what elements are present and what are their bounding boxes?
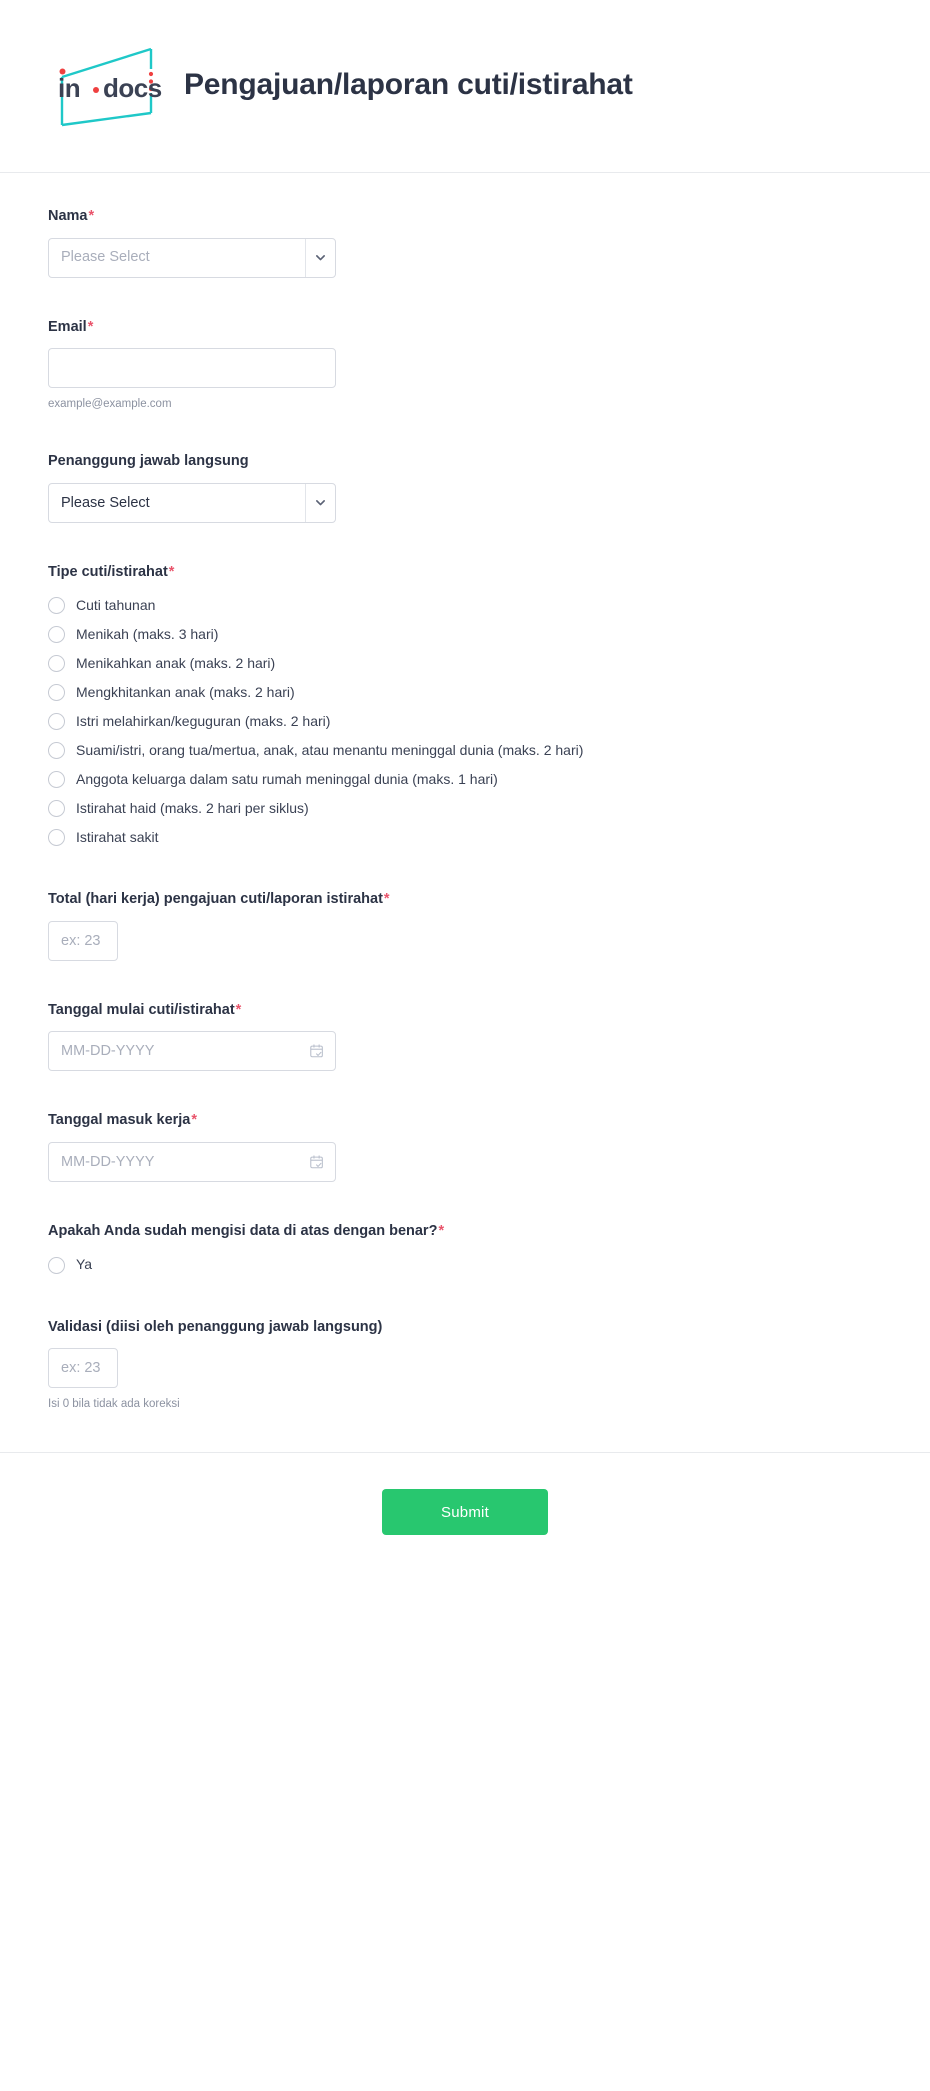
field-nama: Nama* Please Select [48, 207, 882, 278]
penanggung-jawab-select-value: Please Select [61, 494, 150, 511]
email-hint: example@example.com [48, 398, 172, 411]
svg-text:in: in [58, 73, 80, 103]
validasi-hint: Isi 0 bila tidak ada koreksi [48, 1398, 180, 1411]
radio-option-label: Istirahat haid (maks. 2 hari per siklus) [76, 800, 309, 817]
label-tipe-cuti-text: Tipe cuti/istirahat [48, 563, 168, 580]
field-validasi: Validasi (diisi oleh penanggung jawab la… [48, 1318, 882, 1413]
label-email: Email* [48, 318, 882, 338]
radio-option-label: Istirahat sakit [76, 829, 159, 846]
penanggung-jawab-select[interactable]: Please Select [48, 482, 336, 523]
radio-option[interactable]: Menikah (maks. 3 hari) [48, 622, 882, 647]
form-header: in docs Pengajuan/laporan cuti/istirahat [0, 0, 930, 173]
label-konfirmasi: Apakah Anda sudah mengisi data di atas d… [48, 1222, 882, 1242]
field-email: Email* example@example.com [48, 318, 882, 413]
submit-button[interactable]: Submit [382, 1489, 548, 1536]
page-title: Pengajuan/laporan cuti/istirahat [184, 68, 633, 101]
radio-icon[interactable] [48, 684, 65, 702]
field-tanggal-masuk: Tanggal masuk kerja* MM-DD-YYYY [48, 1111, 882, 1183]
tanggal-masuk-input[interactable]: MM-DD-YYYY [48, 1142, 336, 1183]
label-tanggal-masuk-text: Tanggal masuk kerja [48, 1112, 191, 1129]
field-tipe-cuti: Tipe cuti/istirahat* Cuti tahunan Menika… [48, 563, 882, 851]
form-page: in docs Pengajuan/laporan cuti/istirahat… [0, 0, 930, 2091]
tanggal-masuk-placeholder: MM-DD-YYYY [61, 1154, 155, 1171]
label-validasi-text: Validasi (diisi oleh penanggung jawab la… [48, 1318, 383, 1335]
radio-option[interactable]: Istirahat sakit [48, 825, 882, 850]
radio-icon[interactable] [48, 742, 65, 760]
radio-option-label: Cuti tahunan [76, 597, 156, 614]
chevron-down-icon[interactable] [305, 238, 335, 277]
label-tanggal-masuk: Tanggal masuk kerja* [48, 1111, 882, 1131]
label-total-hari: Total (hari kerja) pengajuan cuti/lapora… [48, 890, 882, 910]
radio-option-label: Mengkhitankan anak (maks. 2 hari) [76, 684, 295, 701]
label-total-hari-text: Total (hari kerja) pengajuan cuti/lapora… [48, 891, 383, 908]
indocs-logo: in docs [48, 35, 164, 135]
radio-icon[interactable] [48, 800, 65, 818]
radio-option[interactable]: Istri melahirkan/keguguran (maks. 2 hari… [48, 709, 882, 734]
required-asterisk: * [191, 1112, 198, 1129]
label-penanggung-jawab: Penanggung jawab langsung [48, 452, 882, 472]
required-asterisk: * [438, 1223, 445, 1240]
radio-option[interactable]: Cuti tahunan [48, 593, 882, 618]
radio-option[interactable]: Istirahat haid (maks. 2 hari per siklus) [48, 796, 882, 821]
form-body: Nama* Please Select Email* example@examp… [0, 173, 930, 1412]
tipe-cuti-radio-group: Cuti tahunan Menikah (maks. 3 hari) Meni… [48, 593, 882, 850]
field-tanggal-mulai: Tanggal mulai cuti/istirahat* MM-DD-YYYY [48, 1001, 882, 1072]
total-hari-placeholder: ex: 23 [61, 932, 101, 949]
validasi-input[interactable]: ex: 23 [48, 1348, 118, 1389]
radio-icon[interactable] [48, 655, 65, 673]
required-asterisk: * [383, 891, 390, 908]
radio-icon[interactable] [48, 771, 65, 789]
radio-icon[interactable] [48, 597, 65, 615]
radio-icon[interactable] [48, 713, 65, 731]
field-total-hari: Total (hari kerja) pengajuan cuti/lapora… [48, 890, 882, 961]
radio-option-label: Suami/istri, orang tua/mertua, anak, ata… [76, 742, 584, 759]
radio-option-label: Menikahkan anak (maks. 2 hari) [76, 655, 276, 672]
required-asterisk: * [87, 318, 94, 335]
radio-icon[interactable] [48, 1256, 65, 1274]
radio-option-label: Ya [76, 1256, 93, 1273]
radio-option[interactable]: Menikahkan anak (maks. 2 hari) [48, 651, 882, 676]
radio-option[interactable]: Mengkhitankan anak (maks. 2 hari) [48, 680, 882, 705]
field-konfirmasi: Apakah Anda sudah mengisi data di atas d… [48, 1222, 882, 1278]
label-tanggal-mulai-text: Tanggal mulai cuti/istirahat [48, 1001, 235, 1018]
konfirmasi-radio-group: Ya [48, 1253, 882, 1278]
label-email-text: Email [48, 318, 87, 335]
required-asterisk: * [168, 563, 175, 580]
radio-icon[interactable] [48, 829, 65, 847]
radio-option-label: Anggota keluarga dalam satu rumah mening… [76, 771, 498, 788]
radio-option-label: Menikah (maks. 3 hari) [76, 626, 219, 643]
nama-select[interactable]: Please Select [48, 237, 336, 278]
required-asterisk: * [235, 1001, 242, 1018]
radio-option[interactable]: Anggota keluarga dalam satu rumah mening… [48, 767, 882, 792]
tanggal-mulai-input[interactable]: MM-DD-YYYY [48, 1031, 336, 1072]
tanggal-mulai-placeholder: MM-DD-YYYY [61, 1043, 155, 1060]
label-tanggal-mulai: Tanggal mulai cuti/istirahat* [48, 1001, 882, 1021]
radio-option[interactable]: Ya [48, 1253, 882, 1278]
label-tipe-cuti: Tipe cuti/istirahat* [48, 563, 882, 583]
nama-select-value: Please Select [61, 249, 150, 266]
svg-text:docs: docs [103, 73, 162, 103]
label-validasi: Validasi (diisi oleh penanggung jawab la… [48, 1318, 882, 1338]
validasi-placeholder: ex: 23 [61, 1360, 101, 1377]
calendar-icon[interactable] [309, 1154, 325, 1170]
chevron-down-icon[interactable] [305, 483, 335, 522]
label-nama: Nama* [48, 207, 882, 227]
label-konfirmasi-text: Apakah Anda sudah mengisi data di atas d… [48, 1223, 438, 1240]
radio-option-label: Istri melahirkan/keguguran (maks. 2 hari… [76, 713, 331, 730]
label-penanggung-jawab-text: Penanggung jawab langsung [48, 453, 249, 470]
total-hari-input[interactable]: ex: 23 [48, 920, 118, 961]
email-field[interactable] [48, 348, 336, 389]
field-penanggung-jawab: Penanggung jawab langsung Please Select [48, 452, 882, 523]
radio-option[interactable]: Suami/istri, orang tua/mertua, anak, ata… [48, 738, 882, 763]
form-footer: Submit [0, 1452, 930, 1575]
radio-icon[interactable] [48, 626, 65, 644]
required-asterisk: * [88, 208, 95, 224]
label-nama-text: Nama [48, 208, 88, 224]
calendar-icon[interactable] [309, 1043, 325, 1059]
